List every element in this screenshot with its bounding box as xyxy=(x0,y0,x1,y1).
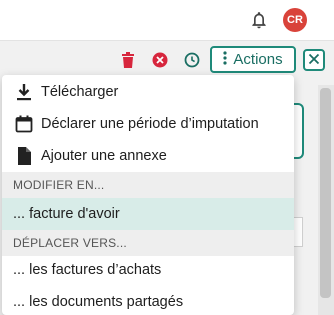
menu-item-label: ... les documents partagés xyxy=(13,294,184,310)
vertical-dots-icon xyxy=(223,50,227,69)
menu-item-label: Déclarer une période d’imputation xyxy=(41,116,259,132)
bell-icon[interactable] xyxy=(249,10,269,30)
menu-item-move-purchase-invoices[interactable]: ... les factures d’achats xyxy=(2,254,294,286)
menu-item-label: Télécharger xyxy=(41,84,119,100)
download-icon xyxy=(14,82,34,102)
menu-item-add-annex[interactable]: Ajouter une annexe xyxy=(2,140,294,172)
calendar-icon xyxy=(14,114,34,134)
file-icon xyxy=(14,146,34,166)
section-header-label: DÉPLACER VERS... xyxy=(13,236,127,250)
scrollbar-thumb[interactable] xyxy=(320,88,331,298)
menu-item-download[interactable]: Télécharger xyxy=(2,76,294,108)
section-header-label: MODIFIER EN... xyxy=(13,178,105,192)
trash-icon[interactable] xyxy=(119,51,137,69)
actions-button[interactable]: Actions xyxy=(210,46,296,73)
menu-item-label: ... facture d'avoir xyxy=(13,206,120,222)
menu-item-move-shared-documents[interactable]: ... les documents partagés xyxy=(2,286,294,315)
avatar[interactable]: CR xyxy=(283,8,307,32)
section-header-move: DÉPLACER VERS... xyxy=(2,230,294,256)
actions-label: Actions xyxy=(233,51,283,68)
menu-item-declare-period[interactable]: Déclarer une période d’imputation xyxy=(2,108,294,140)
menu-item-label: ... les factures d’achats xyxy=(13,262,162,278)
close-icon xyxy=(308,52,320,68)
avatar-initials: CR xyxy=(287,14,303,26)
menu-item-label: Ajouter une annexe xyxy=(41,148,167,164)
x-circle-icon[interactable] xyxy=(151,51,169,69)
close-button[interactable] xyxy=(303,49,325,71)
menu-item-credit-note[interactable]: ... facture d'avoir xyxy=(2,198,294,230)
clock-icon[interactable] xyxy=(183,51,201,69)
actions-menu: Télécharger Déclarer une période d’imput… xyxy=(2,75,294,315)
section-header-modify: MODIFIER EN... xyxy=(2,172,294,198)
top-bar: CR xyxy=(0,0,334,41)
